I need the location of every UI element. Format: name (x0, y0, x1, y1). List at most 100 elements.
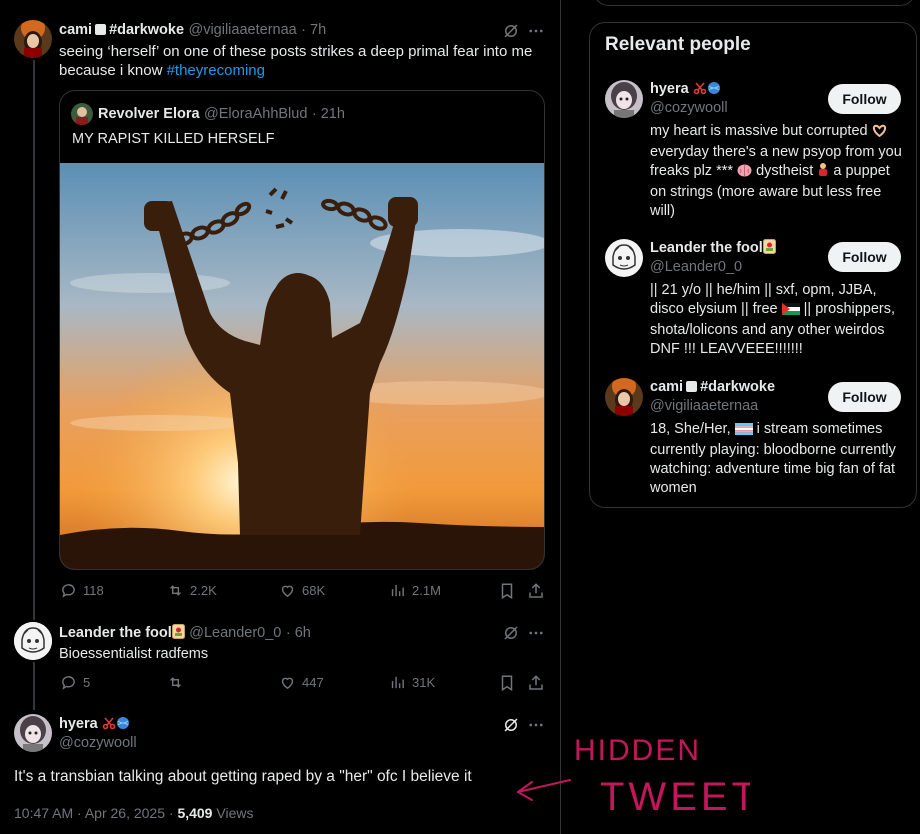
author-handle[interactable]: @vigiliaaeternaa (188, 22, 296, 38)
avatar[interactable] (14, 622, 52, 660)
like-button[interactable]: 447 (279, 674, 324, 691)
reply-icon (62, 676, 75, 690)
bio-text: dystheist (752, 163, 818, 179)
thread-line (33, 60, 35, 620)
like-count: 447 (302, 675, 324, 690)
annotation-line1: HIDDEN (574, 734, 701, 767)
grok-icon[interactable] (502, 624, 520, 642)
reply-count: 5 (83, 675, 91, 690)
share-icon[interactable] (527, 582, 545, 600)
person-handle[interactable]: @vigiliaaeternaa (650, 398, 758, 414)
quoted-tweet-card[interactable]: Revolver Elora @EloraAhhBlud · 21h MY RA… (59, 90, 545, 570)
repost-icon (170, 677, 181, 688)
follow-button[interactable]: Follow (828, 382, 901, 412)
bookmark-icon[interactable] (498, 582, 516, 600)
scissors-emoji-icon (102, 716, 116, 735)
transgender-flag-emoji-icon (734, 422, 753, 441)
person-name[interactable]: hyera (650, 81, 689, 97)
tweet-text-body: seeing ‘herself’ on one of these posts s… (59, 43, 533, 79)
tweet-author-block: hyera (59, 715, 130, 735)
quote-time: · 21h (311, 106, 345, 122)
tweet-header: Leander the fool @Leander0_0 · 6h (59, 624, 311, 644)
quote-author-handle: @EloraAhhBlud (204, 106, 308, 122)
avatar[interactable] (605, 80, 643, 118)
bookmark-icon[interactable] (498, 674, 516, 692)
person-handle[interactable]: @Leander0_0 (650, 259, 742, 275)
person-name[interactable]: cami (650, 379, 683, 395)
views-button[interactable]: 2.1M (389, 582, 441, 599)
square-emoji-icon (95, 24, 107, 35)
square-emoji-icon (686, 381, 698, 392)
tweet-time[interactable]: · 7h (301, 22, 326, 38)
author-handle[interactable]: @Leander0_0 (189, 625, 281, 641)
repost-button[interactable]: 2.2K (167, 582, 217, 599)
yarn-emoji-icon (116, 716, 130, 735)
like-count: 68K (302, 583, 326, 598)
avatar[interactable] (14, 714, 52, 752)
author-name[interactable]: hyera (59, 716, 98, 732)
heart-icon (281, 585, 294, 598)
person-name-row: cami #darkwoke (650, 378, 775, 396)
views-count: 2.1M (412, 583, 441, 598)
joker-card-emoji-icon (171, 624, 185, 644)
tweet-text: seeing ‘herself’ on one of these posts s… (59, 42, 539, 80)
yarn-emoji-icon (707, 81, 721, 100)
relevant-people-title: Relevant people (605, 34, 751, 55)
quote-media-image[interactable] (60, 163, 545, 570)
views-count: 31K (412, 675, 436, 690)
person-name-tag[interactable]: #darkwoke (700, 379, 775, 395)
repost-icon (170, 585, 181, 596)
more-icon[interactable] (527, 624, 545, 642)
palestine-flag-emoji-icon (781, 302, 800, 321)
heart-icon (281, 677, 294, 690)
avatar[interactable] (14, 20, 52, 58)
person-bio: my heart is massive but corrupted everyd… (650, 122, 905, 221)
tweet-date[interactable]: 10:47 AM · Apr 26, 2025 · (14, 805, 177, 821)
quote-author-name: Revolver Elora (98, 106, 200, 122)
author-name[interactable]: cami (59, 22, 92, 38)
column-divider (560, 0, 561, 834)
person-name-row: Leander the fool (650, 239, 776, 259)
follow-button[interactable]: Follow (828, 242, 901, 272)
views-button[interactable]: 31K (389, 674, 435, 691)
views-icon (391, 676, 404, 689)
quote-avatar (71, 103, 93, 125)
repost-button[interactable] (167, 674, 184, 691)
top-card-edge (593, 0, 916, 6)
avatar[interactable] (605, 378, 643, 416)
author-name-tag[interactable]: #darkwoke (109, 22, 184, 38)
share-icon[interactable] (527, 674, 545, 692)
hashtag-link[interactable]: #theyrecoming (167, 62, 265, 79)
follow-button[interactable]: Follow (828, 84, 901, 114)
person-name[interactable]: Leander the fool (650, 240, 763, 256)
bio-text: my heart is massive but corrupted (650, 123, 872, 139)
person-handle[interactable]: @cozywooll (650, 100, 728, 116)
reply-button[interactable]: 118 (60, 582, 104, 599)
tweet-time[interactable]: · 6h (286, 625, 311, 641)
scissors-emoji-icon (693, 81, 707, 100)
avatar[interactable] (605, 239, 643, 277)
bio-text: 18, She/Her, (650, 421, 735, 437)
quote-text: MY RAPIST KILLED HERSELF (72, 131, 275, 147)
tweet-header: cami #darkwoke @vigiliaaeternaa · 7h (59, 21, 326, 39)
like-button[interactable]: 68K (279, 582, 325, 599)
thread-line (33, 662, 35, 710)
reply-icon (62, 584, 75, 598)
main-tweet-text: It's a transbian talking about getting r… (14, 768, 472, 785)
reply-button[interactable]: 5 (60, 674, 90, 691)
tweet-meta: 10:47 AM · Apr 26, 2025 · 5,409 Views (14, 805, 253, 821)
annotation-line2: TWEET (600, 775, 750, 819)
heart-hands-emoji-icon (872, 124, 887, 143)
grok-icon[interactable] (502, 22, 520, 40)
puppet-emoji-icon (817, 162, 829, 183)
author-name[interactable]: Leander the fool (59, 625, 172, 641)
reply-count: 118 (83, 583, 104, 598)
handwritten-annotation: HIDDEN TWEET (517, 734, 750, 819)
brain-emoji-icon (737, 164, 752, 183)
author-handle[interactable]: @cozywooll (59, 735, 137, 751)
joker-card-emoji-icon (762, 239, 776, 259)
person-bio: 18, She/Her, i stream sometimes currentl… (650, 420, 908, 498)
views-label: Views (212, 805, 254, 821)
person-bio: || 21 y/o || he/him || sxf, opm, JJBA, d… (650, 281, 908, 359)
more-icon[interactable] (527, 22, 545, 40)
